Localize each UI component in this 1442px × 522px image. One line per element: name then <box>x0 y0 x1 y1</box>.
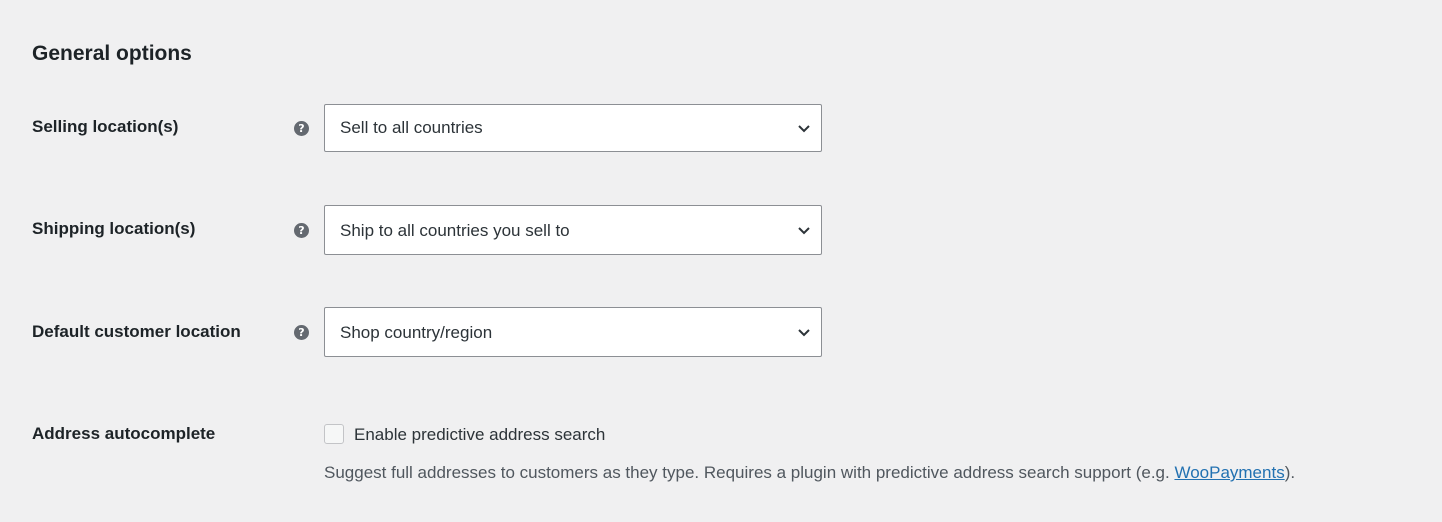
shipping-locations-label: Shipping location(s) <box>32 219 196 238</box>
description-text: Suggest full addresses to customers as t… <box>324 463 1175 482</box>
chevron-down-icon <box>798 125 810 133</box>
shipping-locations-row: Shipping location(s) ? Ship to all count… <box>0 205 1442 255</box>
shipping-locations-select[interactable]: Ship to all countries you sell to <box>324 205 822 255</box>
address-autocomplete-row: Address autocomplete Enable predictive a… <box>0 420 1442 490</box>
selling-locations-value: Sell to all countries <box>340 118 483 137</box>
default-customer-location-label: Default customer location <box>32 322 241 341</box>
address-autocomplete-label: Address autocomplete <box>32 424 216 443</box>
selling-locations-help-icon[interactable]: ? <box>294 121 309 136</box>
address-autocomplete-description: Suggest full addresses to customers as t… <box>324 461 1295 485</box>
shipping-locations-help-icon[interactable]: ? <box>294 223 309 238</box>
chevron-down-icon <box>798 227 810 235</box>
predictive-address-checkbox-label[interactable]: Enable predictive address search <box>354 423 605 447</box>
woopayments-link[interactable]: WooPayments <box>1174 463 1284 482</box>
default-customer-location-help-icon[interactable]: ? <box>294 325 309 340</box>
default-customer-location-row: Default customer location ? Shop country… <box>0 307 1442 357</box>
default-customer-location-select[interactable]: Shop country/region <box>324 307 822 357</box>
selling-locations-label: Selling location(s) <box>32 117 179 136</box>
description-end: ). <box>1284 463 1296 482</box>
selling-locations-select[interactable]: Sell to all countries <box>324 104 822 152</box>
shipping-locations-value: Ship to all countries you sell to <box>340 221 570 240</box>
default-customer-location-value: Shop country/region <box>340 323 493 342</box>
selling-locations-row: Selling location(s) ? Sell to all countr… <box>0 104 1442 152</box>
section-title: General options <box>32 42 192 65</box>
settings-page: General options Selling location(s) ? Se… <box>0 0 1442 522</box>
chevron-down-icon <box>798 329 810 337</box>
predictive-address-checkbox[interactable] <box>324 424 344 444</box>
